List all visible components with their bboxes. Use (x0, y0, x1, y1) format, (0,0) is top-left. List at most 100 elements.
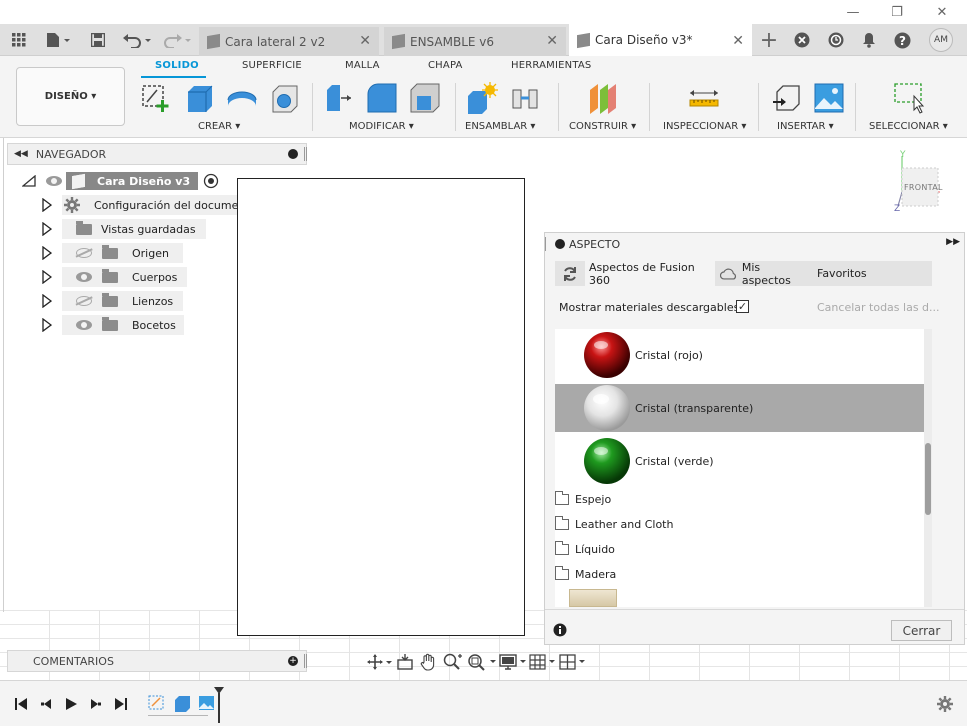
offset-plane-icon[interactable] (586, 82, 618, 114)
timeline-play-icon[interactable] (62, 695, 80, 713)
expand-triangle-icon[interactable] (42, 246, 52, 260)
navigator-item-sketches[interactable]: Bocetos (42, 315, 184, 335)
timeline-next-icon[interactable] (87, 695, 105, 713)
collapse-panel-icon[interactable] (288, 149, 298, 159)
collapse-panel-icon[interactable] (555, 239, 565, 249)
scrollbar-thumb[interactable] (925, 443, 931, 515)
look-at-icon[interactable] (395, 654, 415, 670)
expand-triangle-icon[interactable] (22, 175, 36, 187)
workspace-switcher[interactable]: DISEÑO ▾ (16, 67, 125, 126)
comments-header[interactable]: COMENTARIOS + (7, 650, 307, 672)
avatar[interactable]: AM (929, 28, 953, 52)
panel-grip-icon[interactable] (304, 654, 307, 668)
group-crear[interactable]: CREAR ▾ (198, 121, 240, 132)
timeline-last-icon[interactable] (112, 695, 130, 713)
folder-liquido[interactable]: Líquido (555, 537, 924, 562)
new-tab-icon[interactable]: + (757, 24, 781, 56)
undo-icon[interactable] (120, 24, 154, 56)
notifications-icon[interactable] (858, 24, 880, 56)
display-settings-icon[interactable] (499, 653, 529, 671)
tab-superficie[interactable]: SUPERFICIE (242, 60, 302, 71)
job-status-icon[interactable] (825, 24, 847, 56)
close-tab-icon[interactable]: ✕ (546, 33, 558, 49)
navigator-item-bodies[interactable]: Cuerpos (42, 267, 188, 287)
save-icon[interactable] (88, 24, 108, 56)
navigator-item-config[interactable]: Configuración del documento (42, 195, 265, 215)
expand-right-icon[interactable]: ▶▶ (946, 237, 960, 247)
group-ensamblar[interactable]: ENSAMBLAR ▾ (465, 121, 535, 132)
activate-radio-icon[interactable] (203, 173, 219, 189)
sketch-profile[interactable] (237, 178, 525, 636)
expand-triangle-icon[interactable] (42, 270, 52, 284)
folder-leather-cloth[interactable]: Leather and Cloth (555, 512, 924, 537)
material-list-scrollbar[interactable] (924, 329, 932, 607)
tab-my-appearances[interactable]: Mis aspectos (718, 261, 812, 287)
navigator-item-origin[interactable]: Origen (42, 243, 183, 263)
material-item-clear-glass[interactable]: Cristal (transparente) (555, 384, 924, 432)
viewcube[interactable]: Y Z FRONTAL (893, 150, 949, 216)
app-grid-icon[interactable] (8, 24, 30, 56)
press-pull-icon[interactable] (323, 82, 355, 114)
cancel-all-downloads-link[interactable]: Cancelar todas las d... (817, 301, 940, 314)
tab-ensamble[interactable]: ENSAMBLE v6 ✕ (384, 27, 566, 56)
orbit-icon[interactable] (367, 654, 393, 670)
refresh-icon[interactable] (555, 261, 585, 286)
measure-icon[interactable] (688, 82, 720, 114)
tab-herramientas[interactable]: HERRAMIENTAS (511, 60, 591, 71)
material-item-green-glass[interactable]: Cristal (verde) (555, 437, 924, 485)
expand-triangle-icon[interactable] (42, 198, 52, 212)
collapse-left-icon[interactable]: ◀◀ (14, 149, 28, 159)
close-window-button[interactable]: ✕ (919, 0, 965, 24)
visibility-eye-icon[interactable] (76, 272, 92, 282)
select-icon[interactable] (893, 82, 925, 114)
visibility-eye-icon[interactable] (46, 176, 62, 186)
add-comment-icon[interactable]: + (288, 656, 298, 666)
grid-settings-icon[interactable] (529, 653, 559, 671)
navigator-root[interactable]: Cara Diseño v3 (22, 171, 219, 191)
timeline-extrude-feature-icon[interactable] (172, 694, 192, 712)
extensions-icon[interactable] (791, 24, 813, 56)
tab-cara-diseno[interactable]: Cara Diseño v3* ✕ (569, 24, 752, 56)
panel-grip-icon[interactable] (304, 147, 307, 161)
new-component-icon[interactable] (466, 82, 498, 114)
viewcube-face-label[interactable]: FRONTAL (904, 183, 943, 192)
fillet-icon[interactable] (366, 82, 398, 114)
close-tab-icon[interactable]: ✕ (732, 33, 744, 49)
timeline-sketch-feature-icon[interactable] (147, 694, 167, 712)
create-sketch-icon[interactable] (141, 82, 173, 114)
group-insertar[interactable]: INSERTAR ▾ (777, 121, 834, 132)
insert-derive-icon[interactable] (771, 82, 803, 114)
tab-fusion-appearances[interactable]: Aspectos de Fusion 360 (585, 261, 715, 287)
viewports-icon[interactable] (559, 653, 589, 671)
insert-canvas-icon[interactable] (813, 82, 845, 114)
root-component-label[interactable]: Cara Diseño v3 (66, 172, 199, 190)
tab-chapa[interactable]: CHAPA (428, 60, 463, 71)
expand-triangle-icon[interactable] (42, 222, 52, 236)
timeline-previous-icon[interactable] (37, 695, 55, 713)
timeline-marker[interactable] (214, 687, 224, 723)
material-item-red-glass[interactable]: Cristal (rojo) (555, 331, 924, 379)
visibility-eye-icon[interactable] (76, 320, 92, 330)
group-modificar[interactable]: MODIFICAR ▾ (349, 121, 414, 132)
show-downloadable-checkbox[interactable]: ✓ (736, 300, 749, 313)
close-button[interactable]: Cerrar (891, 620, 952, 641)
extrude-icon[interactable] (184, 82, 216, 114)
close-tab-icon[interactable]: ✕ (359, 33, 371, 49)
expand-triangle-icon[interactable] (42, 294, 52, 308)
revolve-icon[interactable] (226, 82, 258, 114)
group-seleccionar[interactable]: SELECCIONAR ▾ (869, 121, 948, 132)
zoom-window-icon[interactable] (467, 653, 497, 671)
redo-icon[interactable] (160, 24, 192, 56)
visibility-hidden-icon[interactable] (76, 296, 92, 306)
timeline-settings-gear-icon[interactable] (936, 695, 954, 713)
wood-swatch-icon[interactable] (569, 589, 617, 607)
panel-grip-icon[interactable] (545, 237, 547, 251)
joint-icon[interactable] (509, 82, 541, 114)
group-construir[interactable]: CONSTRUIR ▾ (569, 121, 636, 132)
zoom-icon[interactable] (443, 653, 463, 671)
pan-hand-icon[interactable] (419, 653, 437, 671)
navigator-item-canvases[interactable]: Lienzos (42, 291, 184, 311)
tab-solido[interactable]: SOLIDO (155, 60, 199, 71)
group-inspeccionar[interactable]: INSPECCIONAR ▾ (663, 121, 746, 132)
navigator-item-saved-views[interactable]: Vistas guardadas (42, 219, 206, 239)
